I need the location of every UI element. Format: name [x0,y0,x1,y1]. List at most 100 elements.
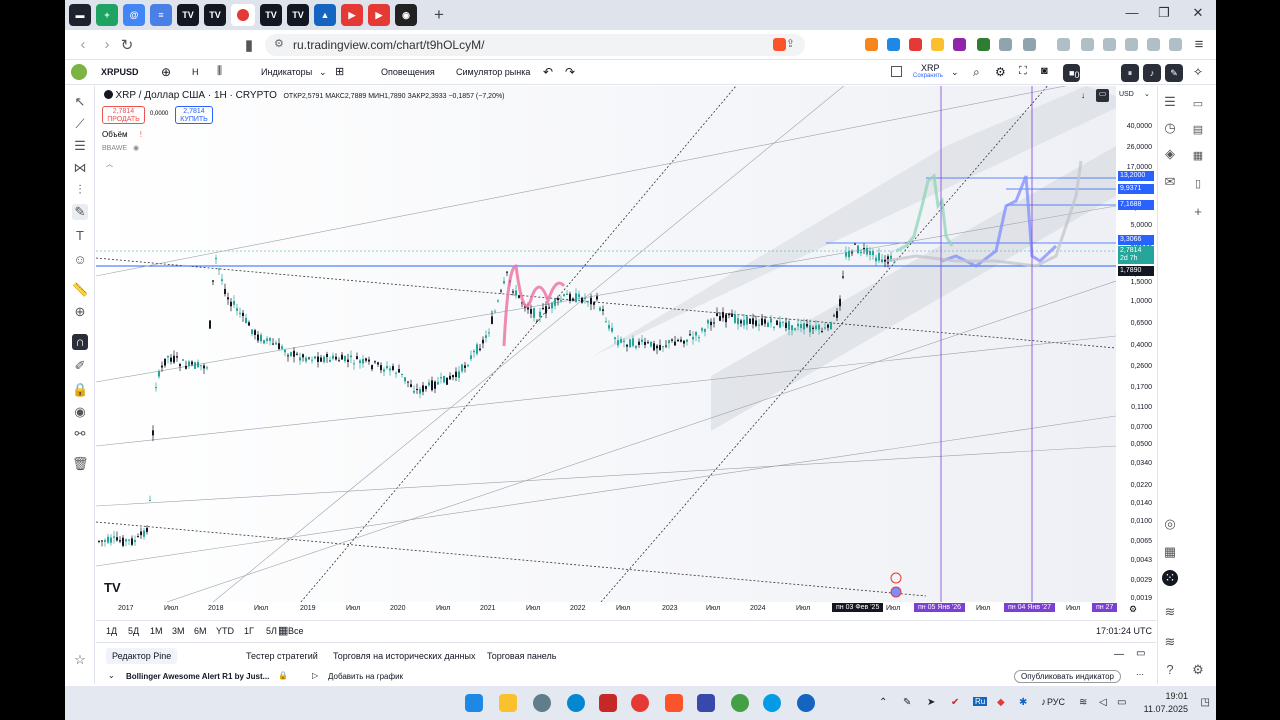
battery-icon[interactable]: ▭ [1117,697,1126,708]
flag-icon[interactable] [890,586,902,598]
extension-icon-5[interactable] [953,38,966,51]
layout-icon[interactable]: ⊞ [335,65,344,78]
brave-icon[interactable] [665,694,683,712]
tab-docs[interactable]: ≡ [150,4,172,26]
tab-active-record[interactable] [231,4,255,26]
legend-title[interactable]: XRP / Доллар США · 1Н · CRYPTO [116,90,277,101]
fullscreen-icon[interactable]: ⛶ [1019,65,1027,78]
scroll-arrow-icon[interactable]: ↓ [1081,91,1085,100]
mic-icon[interactable]: ♪ [1143,64,1161,82]
explorer-icon[interactable] [499,694,517,712]
text-icon[interactable]: T [72,228,88,244]
tray-chevron-icon[interactable]: ⌃ [879,697,887,708]
symbol-search[interactable]: XRPUSD [101,67,139,77]
interval-button[interactable]: Н [192,67,199,77]
downloads-icon[interactable] [1057,38,1070,51]
telegram-icon[interactable] [763,694,781,712]
wallet-icon[interactable] [1125,38,1138,51]
brave-shield-icon[interactable] [773,38,786,51]
volume-icon[interactable]: ◁ [1099,697,1107,708]
settings-icon[interactable] [1023,38,1036,51]
volume-legend[interactable]: Объём ! [102,130,142,139]
eye-icon[interactable]: ◉ [72,404,88,420]
timeframe-button[interactable]: 3М [172,626,185,636]
magnet-icon[interactable]: ∩ [72,334,88,350]
reload-icon[interactable]: ↻ [117,36,137,54]
gear-icon[interactable]: ⚙ [1190,662,1206,678]
eye-icon[interactable]: ◉ [133,145,139,152]
bluetooth-icon[interactable]: ✱ [1019,697,1027,708]
tray-ru-icon[interactable]: Ru [973,697,988,706]
replay-button[interactable]: Симулятор рынка [456,67,530,77]
avatar[interactable] [71,64,87,80]
timeframe-button[interactable]: 5Л [266,626,277,636]
indicators-button[interactable]: Индикаторы [261,67,312,77]
lock-icon[interactable]: 🔒 [72,382,88,398]
extension-icon-1[interactable] [865,38,878,51]
close-icon[interactable]: ✕ [1187,5,1209,21]
more-options-icon[interactable]: ⋯ [1136,670,1144,679]
timeframe-button[interactable]: 1Д [106,626,117,636]
notifications-icon[interactable]: ◳ [1201,697,1210,708]
camera-icon[interactable]: ◙ [1041,65,1048,77]
search-icon[interactable]: ⌕ [973,65,980,80]
save-app-icon[interactable] [697,694,715,712]
tab-tradingview-3[interactable]: TV [204,4,226,26]
minimize-panel-icon[interactable]: — [1114,649,1124,660]
record-timer[interactable]: ■ 06:37 [1063,64,1097,82]
script-name[interactable]: Bollinger Awesome Alert R1 by Just... [126,672,269,681]
alerts-button[interactable]: Оповещения [381,67,435,77]
bottom-tab[interactable]: Торговля на исторических данных [333,651,475,661]
mic-icon[interactable]: ♪ [1041,697,1046,708]
share-icon[interactable]: ⇪ [786,37,795,50]
feed-icon[interactable]: ≋ [1162,604,1178,620]
save-label[interactable]: Сохранить [913,73,943,79]
pencil-lock-icon[interactable]: ✐ [72,358,88,374]
brush-icon[interactable]: ✎ [72,204,88,220]
timeframe-button[interactable]: 5Д [128,626,139,636]
settings-app-icon[interactable] [533,694,551,712]
maximize-panel-icon[interactable]: ▭ [1136,648,1145,659]
forecast-icon[interactable]: ⫶ [72,182,88,198]
video-icon[interactable]: ▭ [1190,96,1206,112]
favorites-star-icon[interactable]: ☆ [72,652,88,668]
tab-sheets[interactable]: + [96,4,118,26]
help-icon[interactable]: ? [1162,662,1178,678]
url-field[interactable]: ⚙ ru.tradingview.com/chart/t9hOLcyM/ ⇪ [265,34,805,56]
chevron-down-icon[interactable]: ⌄ [1144,90,1150,98]
collapse-legend-icon[interactable]: ︿ [106,159,113,169]
utc-clock[interactable]: 17:01:24 UTC [1096,626,1152,636]
pause-icon[interactable]: ⏸ [1121,64,1139,82]
whatsapp-icon[interactable] [731,694,749,712]
timeframe-button[interactable]: 1М [150,626,163,636]
save-symbol[interactable]: XRP [921,63,940,73]
tab-tradingview-4[interactable]: TV [260,4,282,26]
publish-indicator-button[interactable]: Опубликовать индикатор [1014,670,1121,683]
calendar-small-icon[interactable]: ▦ [1162,544,1178,560]
buy-button[interactable]: 2,7814 КУПИТЬ [175,106,213,124]
apps-grid-icon[interactable]: ⁙ [1162,570,1178,586]
chart-type-icon[interactable]: ⫼ [217,65,222,78]
plus-icon[interactable]: + [1190,204,1206,220]
star-icon[interactable]: ✧ [1193,65,1203,79]
calendar-icon[interactable]: ▦ [1190,148,1206,164]
new-tab-button[interactable]: + [428,4,450,26]
tab-mountain[interactable]: ▲ [314,4,336,26]
chevron-down-icon[interactable]: ⌄ [319,67,327,78]
emoji-icon[interactable]: ☺ [72,252,88,268]
tab-tiktok[interactable]: ◉ [395,4,417,26]
download-arrow-icon[interactable] [977,38,990,51]
layers-icon[interactable]: ◈ [1162,146,1178,162]
calendar-range-icon[interactable]: ▦ [278,624,288,637]
app-icon-2[interactable] [797,694,815,712]
tab-tradingview-5[interactable]: TV [287,4,309,26]
tray-pen-icon[interactable]: ✎ [903,697,911,708]
tab-tradingview-2[interactable]: TV [177,4,199,26]
bottom-tab[interactable]: Торговая панель [487,651,556,661]
timeframe-button[interactable]: 6М [194,626,207,636]
chart-pane[interactable]: TV XRP / Доллар США · 1Н · CRYPTO ОТКР2,… [96,86,1156,618]
target-icon[interactable]: ◎ [1162,516,1178,532]
indicator-legend[interactable]: BBAWE ◉ [102,144,139,152]
edge-icon[interactable] [567,694,585,712]
site-info-icon[interactable]: ⚙ [274,37,284,50]
